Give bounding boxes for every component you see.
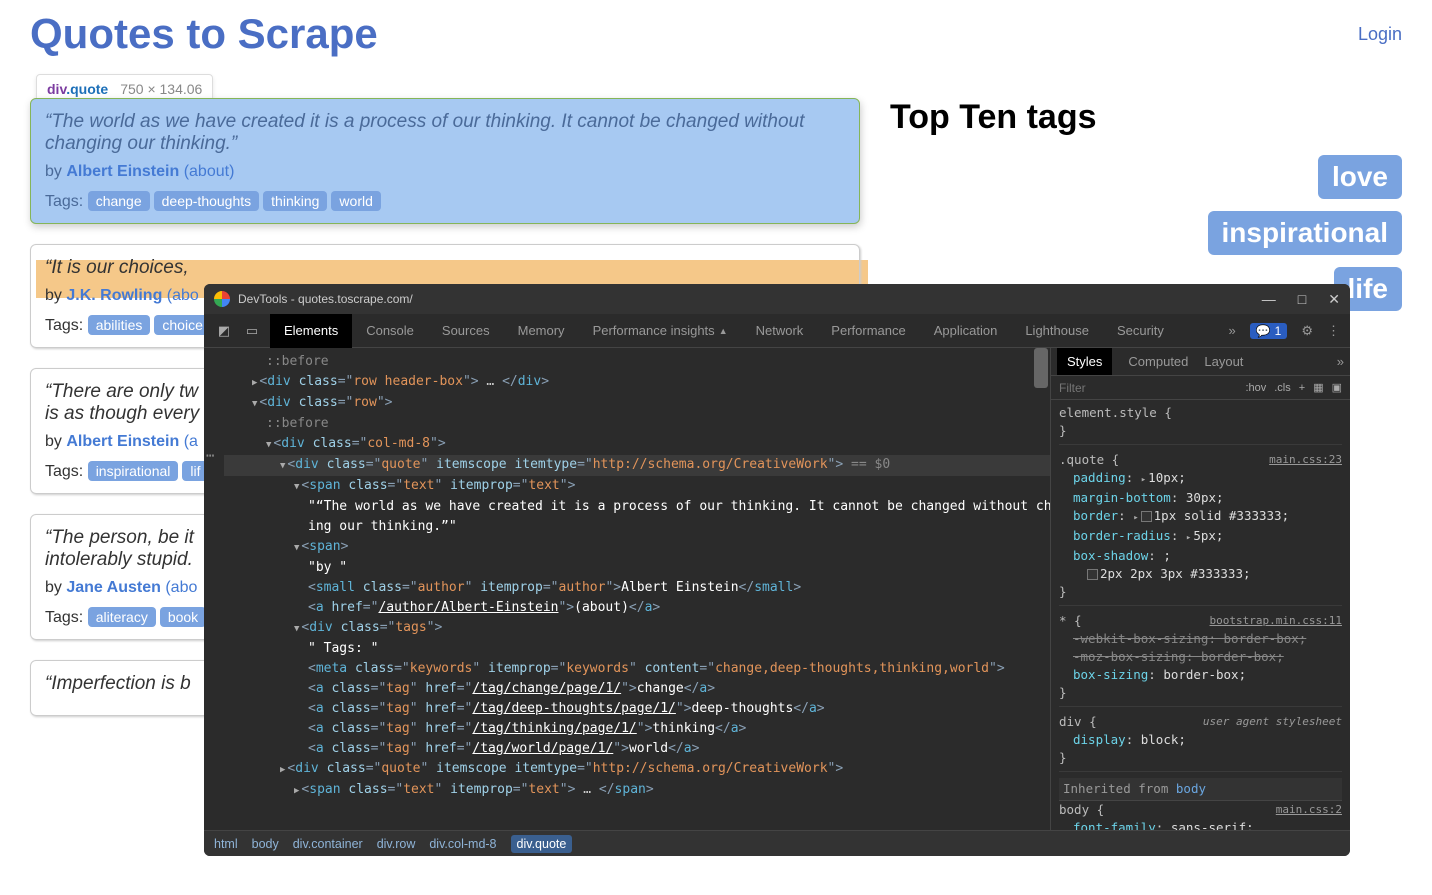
- devtools-tab[interactable]: Memory: [504, 314, 579, 348]
- tag-link[interactable]: deep-thoughts: [154, 191, 260, 211]
- quote-text: “The world as we have created it is a pr…: [45, 111, 845, 155]
- tags-row: Tags: changedeep-thoughtsthinkingworld: [45, 191, 845, 211]
- tag-link[interactable]: book: [160, 607, 206, 627]
- breadcrumb-item[interactable]: div.col-md-8: [429, 837, 496, 851]
- devtools-tab[interactable]: Application: [920, 314, 1012, 348]
- settings-icon[interactable]: ⚙: [1301, 323, 1313, 339]
- scrollbar-thumb[interactable]: [1034, 348, 1048, 388]
- menu-icon[interactable]: ⋮: [1327, 323, 1340, 339]
- sidebar-title: Top Ten tags: [890, 98, 1402, 137]
- breadcrumb-bar[interactable]: html body div.container div.row div.col-md-8…: [204, 830, 1350, 856]
- devtools-tab[interactable]: Console: [352, 314, 428, 348]
- quote-box[interactable]: “The world as we have created it is a pr…: [30, 98, 860, 224]
- devtools-tab[interactable]: Sources: [428, 314, 504, 348]
- devtools-tabs: ◩ ▭ ElementsConsoleSourcesMemoryPerforma…: [204, 314, 1350, 348]
- devtools-tab[interactable]: Network: [742, 314, 818, 348]
- devtools-window[interactable]: DevTools - quotes.toscrape.com/ — □ ✕ ◩ …: [204, 284, 1350, 856]
- breadcrumb-item[interactable]: div.container: [293, 837, 363, 851]
- tag-link[interactable]: change: [88, 191, 150, 211]
- add-rule-icon[interactable]: +: [1299, 382, 1305, 394]
- about-link[interactable]: (about): [184, 163, 235, 180]
- breadcrumb-item[interactable]: html: [214, 837, 238, 851]
- author-link[interactable]: Jane Austen: [66, 579, 161, 596]
- more-styles-tabs-icon[interactable]: »: [1337, 354, 1344, 369]
- inspect-icon[interactable]: ◩: [214, 321, 234, 341]
- devtools-title: DevTools - quotes.toscrape.com/: [238, 292, 413, 306]
- breadcrumb-item[interactable]: body: [252, 837, 279, 851]
- breadcrumb-item[interactable]: div.row: [377, 837, 416, 851]
- devtools-tab[interactable]: Security: [1103, 314, 1178, 348]
- about-link[interactable]: (a: [184, 433, 198, 450]
- top-tag[interactable]: inspirational: [1208, 211, 1402, 255]
- login-link[interactable]: Login: [1358, 24, 1402, 45]
- devtools-tab[interactable]: Lighthouse: [1011, 314, 1103, 348]
- styles-filter-input[interactable]: [1059, 381, 1237, 395]
- styles-tab[interactable]: Computed: [1128, 354, 1188, 369]
- author-link[interactable]: J.K. Rowling: [66, 287, 162, 304]
- chrome-icon: [214, 291, 230, 307]
- tag-link[interactable]: aliteracy: [88, 607, 156, 627]
- author-link[interactable]: Albert Einstein: [66, 163, 179, 180]
- about-link[interactable]: (abo: [167, 287, 199, 304]
- tag-link[interactable]: choice: [154, 315, 210, 335]
- devtools-tab[interactable]: Performance insights: [579, 314, 742, 348]
- quote-byline: by Albert Einstein (about): [45, 163, 845, 181]
- styles-tab[interactable]: Layout: [1204, 354, 1243, 369]
- tag-link[interactable]: world: [331, 191, 380, 211]
- hov-toggle[interactable]: :hov: [1245, 382, 1266, 394]
- styles-panel[interactable]: StylesComputedLayout» :hov .cls + ▦ ▣ el…: [1050, 348, 1350, 830]
- close-icon[interactable]: ✕: [1328, 291, 1340, 308]
- more-tabs-icon[interactable]: »: [1228, 323, 1235, 338]
- top-tag[interactable]: love: [1318, 155, 1402, 199]
- quote-text: “It is our choices,: [45, 257, 845, 279]
- computed-toggle-icon[interactable]: ▦: [1313, 381, 1323, 394]
- devtools-tab[interactable]: Elements: [270, 314, 352, 348]
- sidebar-toggle-icon[interactable]: ▣: [1332, 381, 1342, 394]
- tag-link[interactable]: abilities: [88, 315, 151, 335]
- minimize-icon[interactable]: —: [1262, 291, 1276, 308]
- tag-link[interactable]: inspirational: [88, 461, 179, 481]
- author-link[interactable]: Albert Einstein: [66, 433, 179, 450]
- styles-tab[interactable]: Styles: [1057, 348, 1112, 375]
- breadcrumb-item[interactable]: div.quote: [511, 835, 573, 853]
- cls-toggle[interactable]: .cls: [1274, 382, 1291, 394]
- issues-badge[interactable]: 💬 1: [1250, 323, 1288, 339]
- site-title[interactable]: Quotes to Scrape: [30, 10, 378, 58]
- tag-link[interactable]: thinking: [263, 191, 327, 211]
- maximize-icon[interactable]: □: [1298, 291, 1306, 308]
- about-link[interactable]: (abo: [165, 579, 197, 596]
- devtools-titlebar[interactable]: DevTools - quotes.toscrape.com/ — □ ✕: [204, 284, 1350, 314]
- device-icon[interactable]: ▭: [242, 321, 262, 341]
- devtools-tab[interactable]: Performance: [817, 314, 919, 348]
- elements-panel[interactable]: ⋯ ::before<div class="row header-box"> ……: [204, 348, 1050, 830]
